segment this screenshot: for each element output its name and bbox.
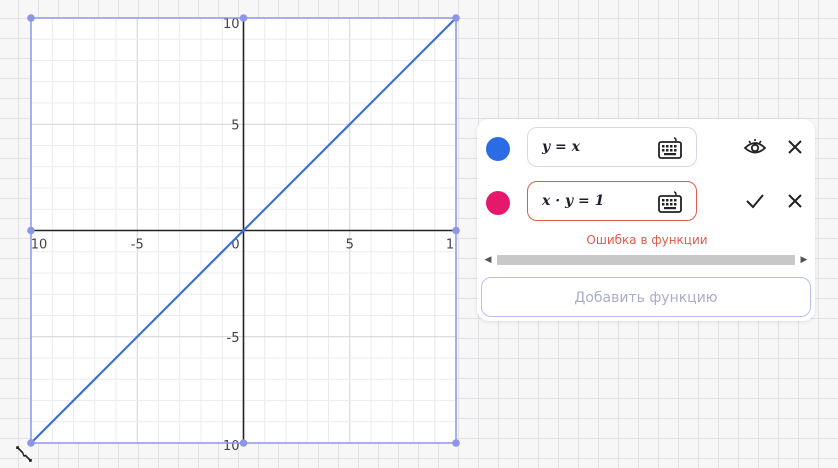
function-panel: y = x x · y = 1 Ошибка в функции ◀ ▶ Доб… — [477, 119, 815, 321]
y-tick-label: 10 — [223, 439, 240, 454]
function-input-1[interactable]: y = x — [527, 127, 697, 167]
function-color-swatch-2[interactable] — [486, 191, 510, 215]
graph-plot[interactable]: 10 -5 0 5 1105-510 — [27, 14, 460, 454]
x-tick-label: 1 — [446, 238, 454, 253]
resize-handle[interactable] — [239, 14, 248, 22]
keyboard-icon[interactable] — [658, 137, 682, 159]
y-tick-label: -5 — [227, 331, 240, 346]
close-icon[interactable] — [783, 189, 807, 213]
function-input-2[interactable]: x · y = 1 — [527, 181, 697, 221]
y-tick-label: 5 — [231, 118, 239, 133]
add-function-button[interactable]: Добавить функцию — [481, 277, 811, 317]
keyboard-icon[interactable] — [658, 191, 682, 213]
function-expression-2: x · y = 1 — [542, 193, 605, 209]
resize-handle[interactable] — [239, 439, 248, 447]
x-tick-label: -5 — [131, 238, 144, 253]
resize-handle[interactable] — [452, 226, 460, 235]
function-expression-1: y = x — [542, 139, 580, 155]
resize-handle[interactable] — [452, 439, 460, 447]
scroll-right-arrow-icon[interactable]: ▶ — [798, 253, 810, 267]
function-row-2: x · y = 1 — [477, 181, 815, 225]
function-error-message: Ошибка в функции — [586, 233, 708, 247]
function-color-swatch-1[interactable] — [486, 137, 510, 161]
close-icon[interactable] — [783, 135, 807, 159]
x-tick-label: 5 — [346, 238, 354, 253]
x-tick-label: 10 — [31, 238, 48, 253]
resize-icon[interactable] — [15, 445, 33, 463]
resize-handle[interactable] — [27, 226, 35, 235]
scroll-left-arrow-icon[interactable]: ◀ — [482, 253, 494, 267]
check-icon[interactable] — [743, 189, 767, 213]
y-tick-label: 10 — [223, 17, 240, 32]
function-row-1: y = x — [477, 127, 815, 171]
resize-handle[interactable] — [27, 14, 35, 22]
scrollbar-thumb[interactable] — [497, 255, 795, 265]
eye-icon[interactable] — [743, 135, 767, 159]
horizontal-scrollbar[interactable]: ◀ ▶ — [482, 253, 810, 267]
resize-handle[interactable] — [452, 14, 460, 22]
